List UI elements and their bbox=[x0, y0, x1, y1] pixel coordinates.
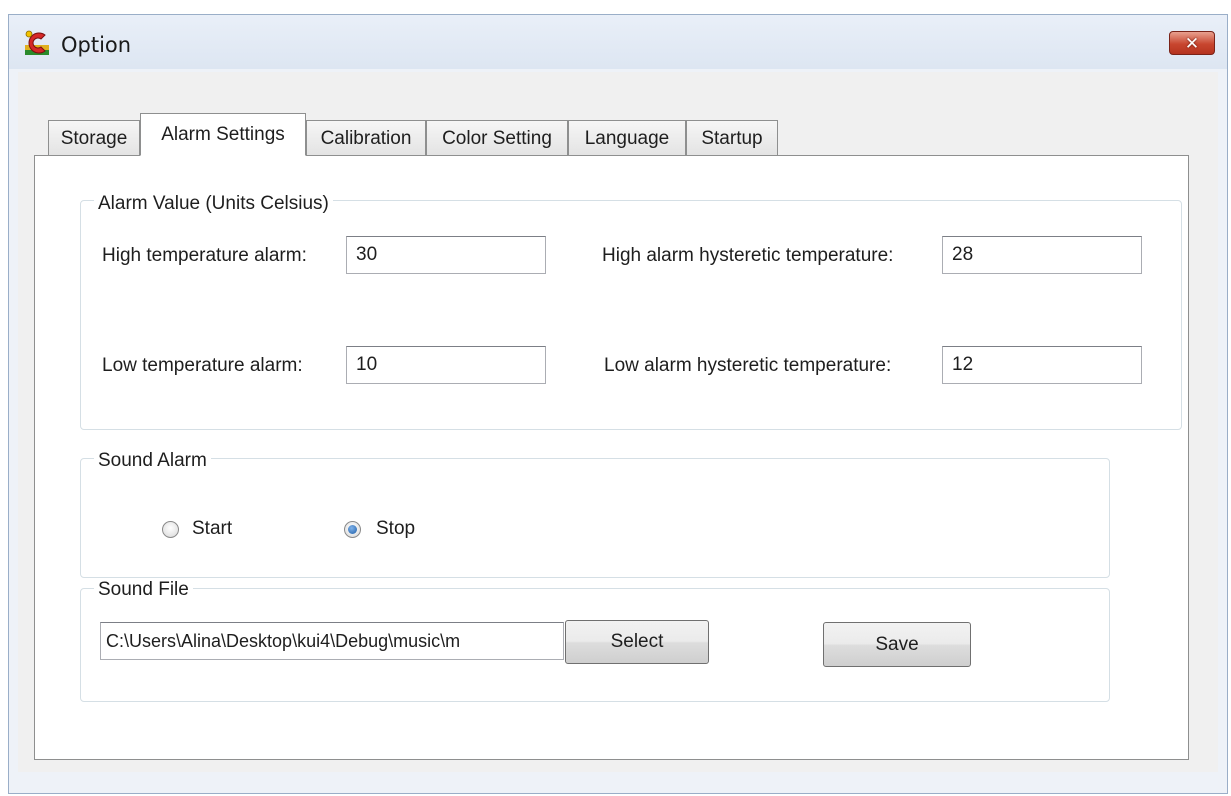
sound-alarm-group-title: Sound Alarm bbox=[94, 450, 211, 472]
high-temperature-label: High temperature alarm: bbox=[102, 245, 307, 266]
sound-alarm-group bbox=[80, 458, 1110, 578]
window-title: Option bbox=[61, 33, 132, 57]
low-temperature-label: Low temperature alarm: bbox=[102, 355, 303, 376]
tab-language[interactable]: Language bbox=[568, 120, 686, 156]
tab-label: Calibration bbox=[320, 127, 412, 149]
tab-label: Color Setting bbox=[442, 127, 552, 149]
close-button[interactable]: ✕ bbox=[1169, 31, 1215, 55]
tab-label: Alarm Settings bbox=[161, 123, 285, 145]
alarm-value-group bbox=[80, 200, 1182, 430]
save-button-label: Save bbox=[875, 633, 919, 655]
low-hysteretic-label: Low alarm hysteretic temperature: bbox=[604, 355, 892, 376]
high-hysteretic-input[interactable]: 28 bbox=[942, 236, 1142, 274]
select-button-label: Select bbox=[610, 631, 664, 652]
start-radio[interactable] bbox=[162, 521, 179, 538]
tab-storage[interactable]: Storage bbox=[48, 120, 140, 156]
tab-color-setting[interactable]: Color Setting bbox=[426, 120, 568, 156]
low-temperature-input[interactable]: 10 bbox=[346, 346, 546, 384]
tab-alarm-settings[interactable]: Alarm Settings bbox=[140, 113, 306, 156]
low-hysteretic-input[interactable]: 12 bbox=[942, 346, 1142, 384]
sound-file-group-title: Sound File bbox=[94, 579, 193, 601]
tab-label: Language bbox=[584, 127, 670, 149]
tab-label: Startup bbox=[701, 127, 763, 149]
tab-startup[interactable]: Startup bbox=[686, 120, 778, 156]
tab-label: Storage bbox=[60, 127, 128, 149]
stop-radio[interactable] bbox=[344, 521, 361, 538]
high-hysteretic-label: High alarm hysteretic temperature: bbox=[602, 245, 894, 266]
title-bar[interactable]: Option ✕ bbox=[9, 15, 1227, 69]
stop-radio-label[interactable]: Stop bbox=[376, 518, 415, 540]
save-button[interactable]: Save bbox=[823, 622, 971, 667]
app-logo-icon bbox=[25, 30, 49, 55]
close-icon: ✕ bbox=[1184, 33, 1200, 53]
sound-file-path-input[interactable]: C:\Users\Alina\Desktop\kui4\Debug\music\… bbox=[100, 622, 564, 660]
select-button[interactable]: Select bbox=[565, 620, 709, 664]
tab-calibration[interactable]: Calibration bbox=[306, 120, 426, 156]
alarm-value-group-title: Alarm Value (Units Celsius) bbox=[94, 193, 333, 215]
high-temperature-input[interactable]: 30 bbox=[346, 236, 546, 274]
start-radio-label[interactable]: Start bbox=[192, 518, 232, 540]
